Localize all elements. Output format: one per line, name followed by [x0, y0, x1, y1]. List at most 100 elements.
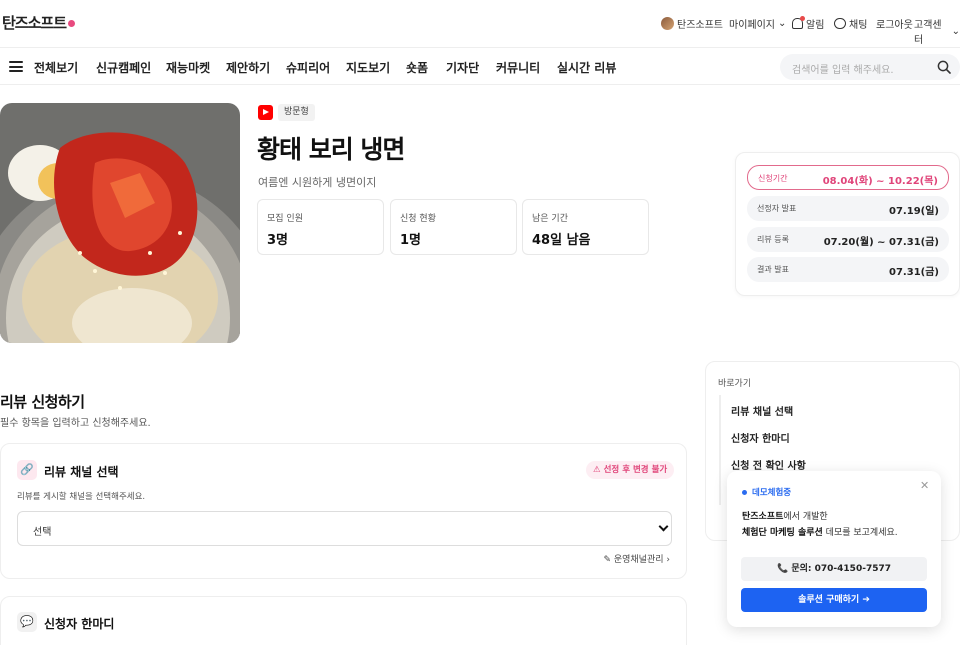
user-name: 탄즈소프트 — [677, 20, 723, 31]
buy-solution-button[interactable]: 솔루션 구매하기 ➔ — [741, 588, 927, 612]
nav-item-propose[interactable]: 제안하기 — [226, 59, 270, 76]
alerts-label: 알림 — [806, 20, 825, 31]
logo[interactable]: 탄즈소프트 — [2, 12, 76, 33]
review-section-title: 리뷰 신청하기 — [0, 393, 85, 411]
youtube-icon — [258, 105, 273, 120]
nav-item-new-campaign[interactable]: 신규캠페인 — [96, 59, 151, 76]
mypage-label: 마이페이지 — [729, 20, 775, 31]
popup-line-1: 탄즈소프트에서 개발한 — [742, 509, 828, 522]
chevron-right-icon: › — [663, 555, 670, 565]
menu-icon[interactable] — [9, 61, 23, 72]
product-subtitle: 여름엔 시원하게 냉면이지 — [258, 176, 377, 189]
nav-item-talent-market[interactable]: 재능마켓 — [166, 59, 210, 76]
schedule-label: 신청기간 — [758, 174, 788, 183]
stat-recruit: 모집 인원 3명 — [257, 199, 384, 255]
channel-card-title: 리뷰 채널 선택 — [44, 465, 119, 479]
chevron-down-icon: ⌄ — [778, 18, 787, 29]
nav-item-shortform[interactable]: 숏폼 — [406, 59, 428, 76]
popup-solution: 체험단 마케팅 솔루션 — [742, 528, 823, 538]
manage-channels-label: 운영채널관리 — [613, 555, 664, 565]
nav-item-all[interactable]: 전체보기 — [34, 59, 78, 76]
alerts-button[interactable]: 알림 — [792, 16, 824, 31]
logout-link[interactable]: 로그아웃 — [876, 16, 913, 31]
avatar — [661, 17, 674, 30]
schedule-row-apply: 신청기간 08.04(화) ~ 10.22(목) — [747, 165, 949, 190]
nav-item-community[interactable]: 커뮤니티 — [496, 59, 540, 76]
schedule-card: 신청기간 08.04(화) ~ 10.22(목) 선정자 발표 07.19(일)… — [735, 152, 960, 296]
nav-item-live-review[interactable]: 실시간 리뷰 — [557, 59, 616, 76]
call-button[interactable]: 📞 문의: 070-4150-7577 — [741, 557, 927, 581]
search-placeholder: 검색어를 입력 해주세요. — [792, 65, 894, 76]
chat-label: 채팅 — [849, 20, 868, 31]
schedule-value: 07.19(일) — [889, 206, 939, 217]
stat-value: 3명 — [267, 233, 289, 248]
channel-select[interactable]: 선택 — [17, 511, 672, 546]
logo-dot — [68, 20, 76, 27]
page-title: 황태 보리 냉면 — [257, 135, 405, 164]
campaign-type-badge: 방문형 — [278, 104, 315, 121]
popup-brand: 탄즈소프트 — [742, 512, 784, 522]
nav-item-reporters[interactable]: 기자단 — [446, 59, 479, 76]
quick-link-checklist[interactable]: 신청 전 확인 사항 — [731, 457, 806, 472]
link-icon: 🔗 — [17, 460, 37, 480]
schedule-row-result: 결과 발표 07.31(금) — [747, 257, 949, 282]
stat-label: 신청 현황 — [400, 214, 436, 224]
comment-card-title: 신청자 한마디 — [44, 617, 115, 631]
stat-label: 모집 인원 — [267, 214, 303, 224]
stat-value: 1명 — [400, 233, 422, 248]
review-section-subtitle: 필수 항목을 입력하고 신청해주세요. — [0, 418, 151, 429]
quick-link-channel[interactable]: 리뷰 채널 선택 — [731, 403, 793, 418]
logout-label: 로그아웃 — [876, 20, 913, 31]
schedule-value: 08.04(화) ~ 10.22(목) — [822, 176, 938, 187]
close-icon[interactable]: ✕ — [920, 479, 929, 492]
popup-line-1-rest: 에서 개발한 — [783, 512, 828, 522]
support-label: 고객센터 — [914, 20, 942, 46]
schedule-label: 리뷰 등록 — [757, 235, 789, 244]
no-change-warning-badge: ⚠ 선정 후 변경 불가 — [586, 461, 675, 479]
warning-icon: ⚠ — [593, 465, 604, 475]
schedule-value: 07.31(금) — [889, 267, 939, 278]
channel-select-value: 선택 — [33, 527, 52, 538]
comment-card: 💬 신청자 한마디 — [0, 596, 687, 645]
nav-item-map[interactable]: 지도보기 — [346, 59, 390, 76]
demo-tag-label: 데모체험중 — [752, 488, 792, 498]
channel-card-desc: 리뷰를 게시할 채널을 선택해주세요. — [17, 492, 146, 502]
product-image — [0, 103, 240, 343]
warning-text: 선정 후 변경 불가 — [603, 465, 668, 475]
manage-channels-link[interactable]: ✎ 운영채널관리 › — [603, 552, 670, 565]
quick-link-comment[interactable]: 신청자 한마디 — [731, 430, 790, 445]
bell-icon — [792, 16, 805, 29]
mypage-menu[interactable]: 마이페이지 ⌄ — [729, 16, 786, 31]
top-bar: 탄즈소프트 탄즈소프트 마이페이지 ⌄ 알림 채팅 로그아웃 고객센터 ⌄ — [0, 0, 960, 48]
schedule-row-selection: 선정자 발표 07.19(일) — [747, 196, 949, 221]
stat-applicants: 신청 현황 1명 — [390, 199, 517, 255]
logo-text: 탄즈소프트 — [2, 14, 67, 32]
stat-value: 48일 남음 — [532, 233, 591, 248]
edit-icon: ✎ — [603, 555, 614, 565]
schedule-value: 07.20(월) ~ 07.31(금) — [823, 237, 939, 248]
stat-label: 남은 기간 — [532, 214, 568, 224]
speech-bubble-icon: 💬 — [17, 612, 37, 632]
search-input[interactable]: 검색어를 입력 해주세요. — [780, 54, 960, 80]
chevron-down-icon — [658, 521, 669, 532]
search-icon[interactable] — [937, 60, 951, 74]
nav-item-superior[interactable]: 슈피리어 — [286, 59, 330, 76]
chevron-down-icon: ⌄ — [951, 25, 960, 37]
popup-line-2: 체험단 마케팅 솔루션 데모를 보고계세요. — [742, 525, 898, 538]
schedule-label: 선정자 발표 — [757, 204, 797, 213]
quick-links-divider — [719, 395, 721, 505]
channel-card: 🔗 리뷰 채널 선택 ⚠ 선정 후 변경 불가 리뷰를 게시할 채널을 선택해주… — [0, 443, 687, 579]
notification-dot — [800, 16, 805, 21]
chat-icon — [834, 18, 846, 29]
popup-line-2-rest: 데모를 보고계세요. — [822, 528, 898, 538]
quick-links-title: 바로가기 — [718, 379, 752, 389]
chat-button[interactable]: 채팅 — [834, 16, 867, 31]
schedule-row-review: 리뷰 등록 07.20(월) ~ 07.31(금) — [747, 227, 949, 252]
status-dot — [742, 490, 747, 495]
demo-popup: 데모체험중 ✕ 탄즈소프트에서 개발한 체험단 마케팅 솔루션 데모를 보고계세… — [727, 471, 941, 627]
user-profile[interactable]: 탄즈소프트 — [661, 16, 723, 31]
schedule-label: 결과 발표 — [757, 265, 789, 274]
stat-remaining: 남은 기간 48일 남음 — [522, 199, 649, 255]
demo-tag: 데모체험중 — [742, 486, 791, 498]
support-menu[interactable]: 고객센터 ⌄ — [914, 16, 960, 46]
